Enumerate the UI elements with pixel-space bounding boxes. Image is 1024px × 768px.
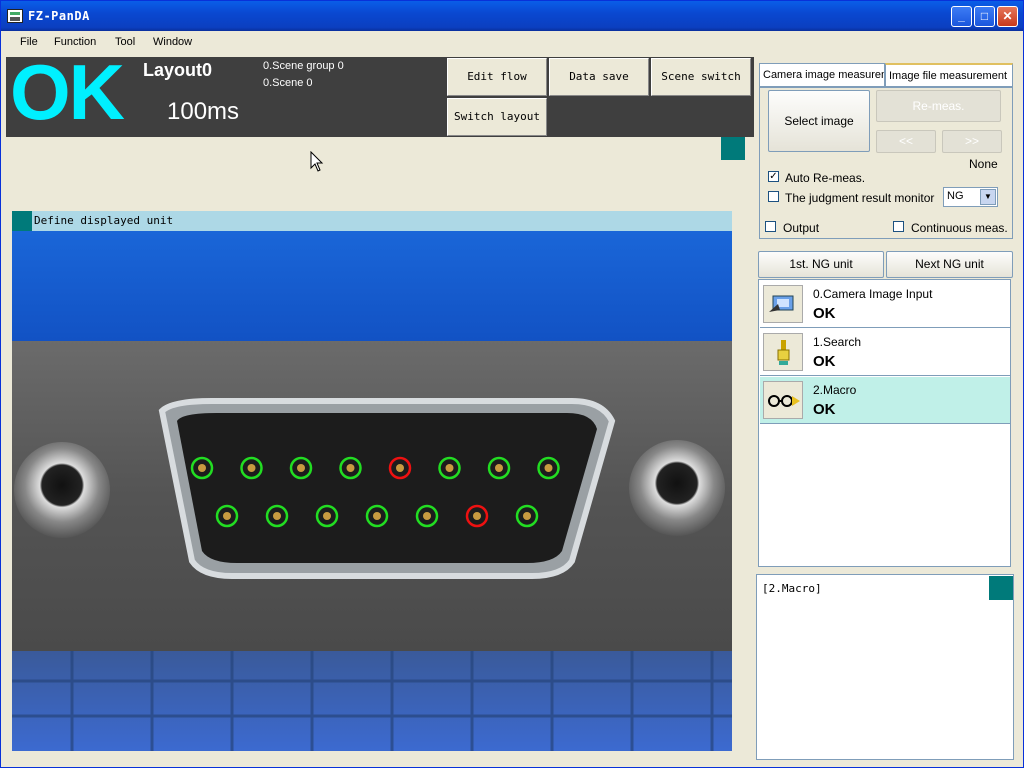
judgment-select[interactable]: NG ▼	[943, 187, 998, 207]
connector-pin	[373, 512, 381, 520]
output-label: Output	[783, 221, 820, 235]
connector-pin	[495, 464, 503, 472]
connector-pin	[247, 464, 256, 472]
image-area-menu-button[interactable]	[721, 137, 745, 160]
judgment-monitor-checkbox[interactable]	[768, 191, 779, 202]
connector-pin	[423, 512, 431, 520]
image-file-name: None	[969, 157, 998, 171]
processing-time: 100ms	[167, 98, 240, 125]
unit-result: OK	[813, 305, 836, 322]
unit-name: 1.Search	[813, 335, 862, 349]
tab-image-file-measurement[interactable]: Image file measurement	[885, 63, 1013, 87]
connector-pin	[445, 464, 454, 472]
unit-result: OK	[813, 401, 836, 418]
scene-label: 0.Scene 0	[263, 77, 313, 89]
judgment-monitor-label: The judgment result monitor	[785, 191, 935, 205]
mouse-cursor-icon	[310, 151, 324, 172]
connector-image	[12, 231, 732, 751]
image-window-title: Define displayed unit	[34, 214, 174, 227]
connector-pin	[544, 464, 553, 472]
first-ng-unit-button[interactable]: 1st. NG unit	[758, 251, 884, 278]
title-bar[interactable]: FZ-PanDA _ □ ✕	[1, 1, 1023, 31]
detail-panel: [2.Macro]	[756, 574, 1014, 760]
switch-layout-button[interactable]: Switch layout	[447, 98, 547, 136]
connector-pin	[396, 464, 404, 472]
auto-remeas-label: Auto Re-meas.	[785, 171, 866, 185]
connector-pin	[473, 512, 481, 520]
continuous-meas-label: Continuous meas.	[911, 221, 1008, 235]
output-checkbox[interactable]	[765, 221, 776, 232]
unit-name: 0.Camera Image Input	[813, 287, 933, 301]
menu-window[interactable]: Window	[153, 36, 192, 48]
unit-list: 0.Camera Image Input OK 1.Search OK 2.Ma…	[758, 279, 1011, 567]
window-title: FZ-PanDA	[28, 9, 90, 23]
connector-pin	[523, 512, 531, 520]
detail-title: [2.Macro]	[762, 582, 822, 595]
menu-function[interactable]: Function	[54, 36, 96, 48]
unit-result: OK	[813, 353, 836, 370]
unit-row-search[interactable]: 1.Search OK	[760, 329, 1010, 376]
next-image-button[interactable]: >>	[942, 130, 1002, 153]
app-icon[interactable]	[7, 9, 23, 23]
camera-image[interactable]	[12, 231, 732, 751]
scene-switch-button[interactable]: Scene switch	[651, 58, 751, 96]
unit-name: 2.Macro	[813, 383, 857, 397]
judgment-select-value: NG	[947, 190, 964, 202]
app-window: FZ-PanDA _ □ ✕ File Function Tool Window…	[0, 0, 1024, 768]
re-meas-button[interactable]: Re-meas.	[876, 90, 1001, 122]
connector-pin	[323, 512, 331, 520]
chevron-down-icon[interactable]: ▼	[980, 189, 996, 205]
select-image-button[interactable]: Select image	[768, 90, 870, 152]
continuous-meas-checkbox[interactable]	[893, 221, 904, 232]
menu-tool[interactable]: Tool	[115, 36, 135, 48]
connector-pin	[198, 464, 206, 472]
minimize-button[interactable]: _	[951, 6, 972, 27]
edit-flow-button[interactable]: Edit flow	[447, 58, 547, 96]
unit-row-camera-image-input[interactable]: 0.Camera Image Input OK	[760, 281, 1010, 328]
unit-row-macro[interactable]: 2.Macro OK	[760, 377, 1010, 424]
connector-pin	[273, 512, 281, 520]
connector-pin	[346, 464, 355, 472]
data-save-button[interactable]: Data save	[549, 58, 649, 96]
maximize-button[interactable]: □	[974, 6, 995, 27]
image-window-titlebar[interactable]: Define displayed unit	[12, 211, 732, 231]
auto-remeas-checkbox[interactable]: ✓	[768, 171, 779, 182]
macro-icon	[763, 381, 803, 419]
detail-menu-button[interactable]	[989, 576, 1013, 600]
next-ng-unit-button[interactable]: Next NG unit	[886, 251, 1013, 278]
prev-image-button[interactable]: <<	[876, 130, 936, 153]
scene-group-label: 0.Scene group 0	[263, 60, 344, 72]
overall-judgement: OK	[10, 48, 125, 136]
close-button[interactable]: ✕	[997, 6, 1018, 27]
menu-file[interactable]: File	[20, 36, 38, 48]
connector-pin	[297, 464, 305, 472]
search-unit-icon	[763, 333, 803, 371]
layout-name: Layout0	[143, 60, 213, 80]
image-window-menu-button[interactable]	[12, 211, 32, 231]
menu-bar: File Function Tool Window	[1, 31, 1023, 55]
camera-input-icon	[763, 285, 803, 323]
connector-pin	[223, 512, 231, 520]
tab-camera-image-measurement[interactable]: Camera image measurement	[759, 63, 885, 87]
